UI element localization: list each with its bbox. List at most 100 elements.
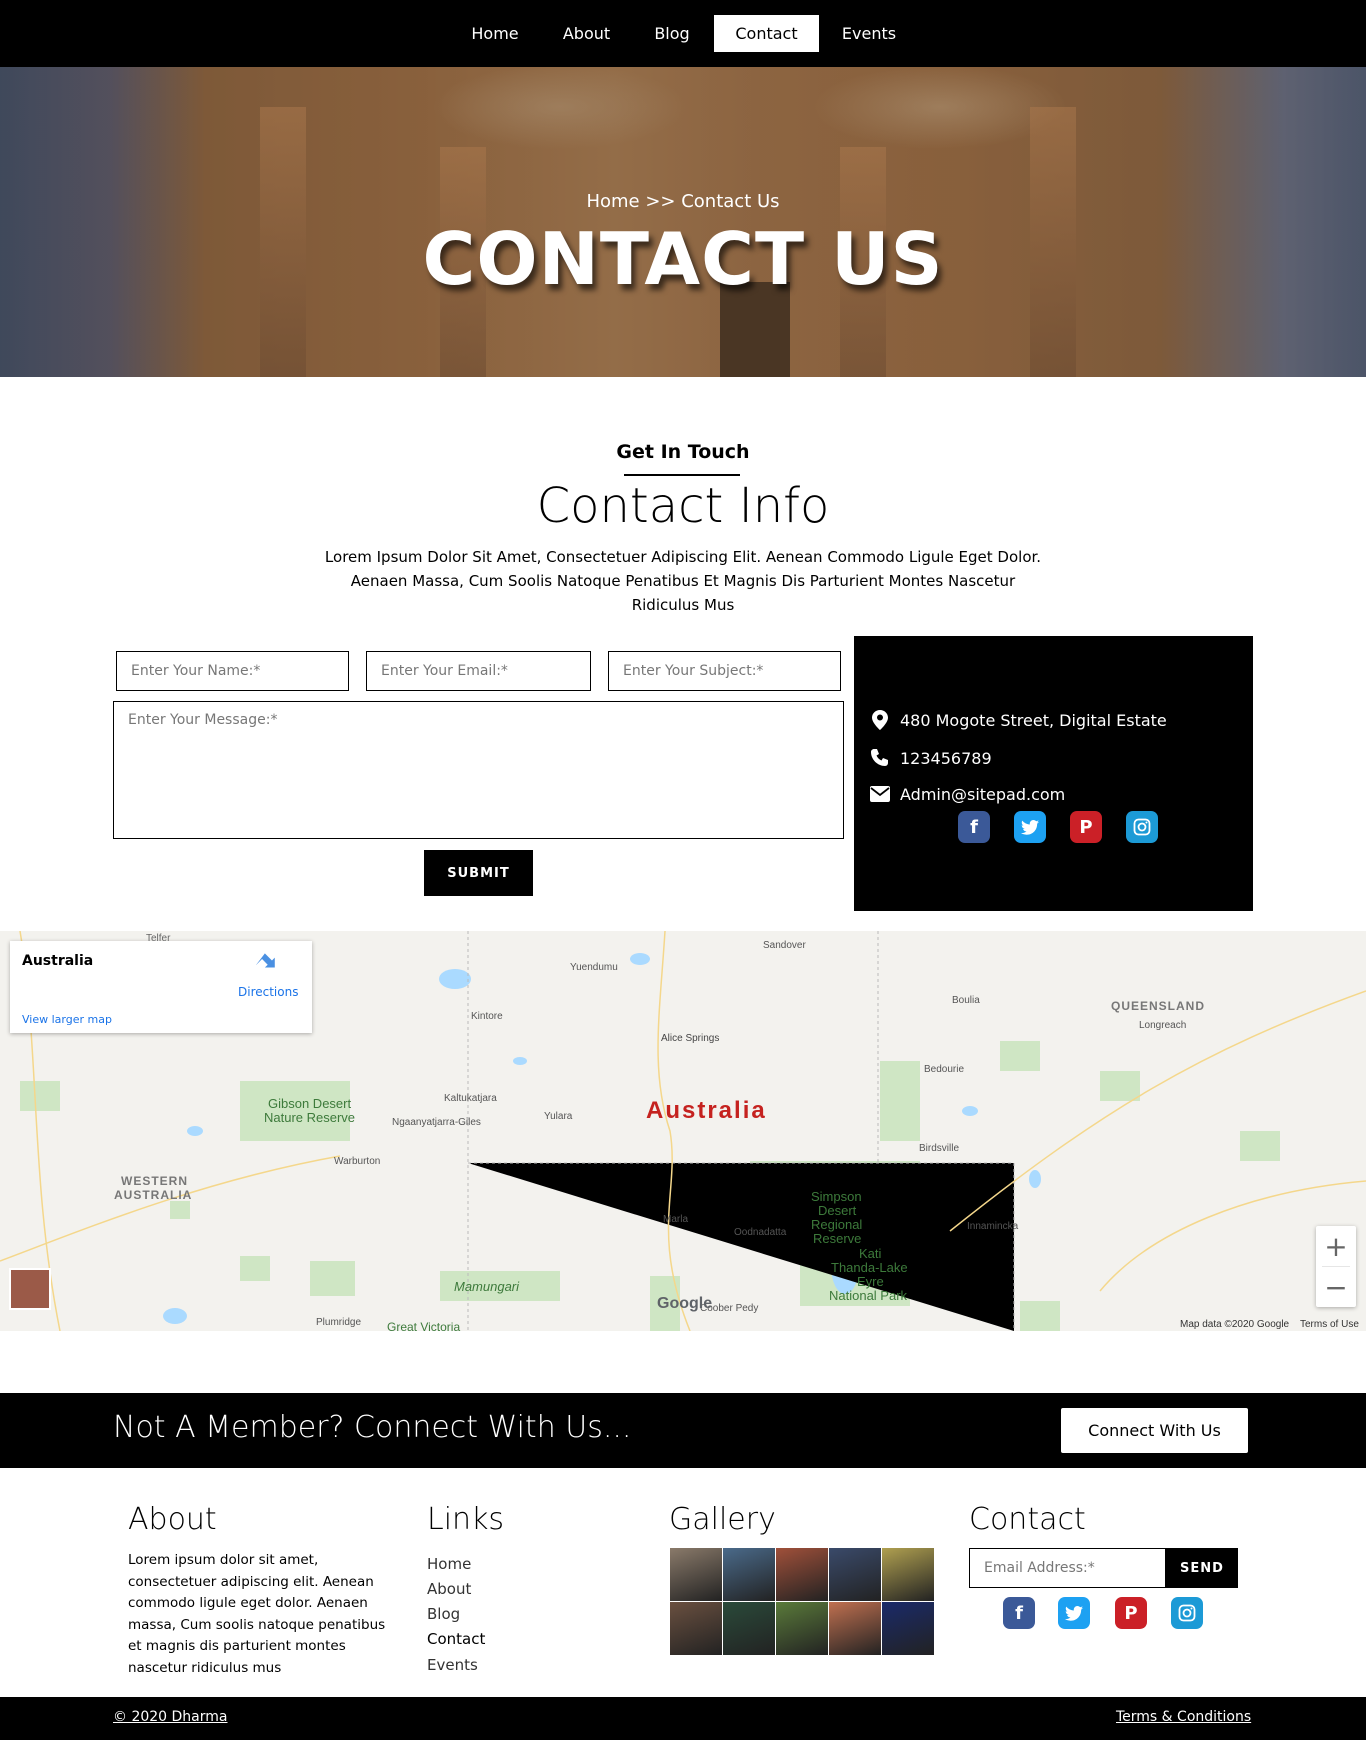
contact-card: 480 Mogote Street, Digital Estate 123456… bbox=[854, 636, 1253, 911]
map-label: AUSTRALIA bbox=[114, 1188, 193, 1202]
embedded-map[interactable]: Australia Directions View larger map Tel… bbox=[0, 931, 1366, 1331]
map-label: Plumridge bbox=[316, 1317, 362, 1328]
google-logo: Google bbox=[657, 1295, 713, 1312]
twitter-icon[interactable] bbox=[1014, 811, 1046, 843]
pinterest-icon[interactable]: P bbox=[1115, 1597, 1147, 1629]
footer-link-contact[interactable]: Contact bbox=[427, 1630, 485, 1648]
eyebrow-underline bbox=[624, 474, 740, 476]
gallery-thumbnail[interactable] bbox=[670, 1548, 722, 1601]
gallery-thumbnail[interactable] bbox=[723, 1602, 775, 1655]
gallery-thumbnail[interactable] bbox=[829, 1602, 881, 1655]
gallery-thumbnail[interactable] bbox=[776, 1602, 828, 1655]
address-row: 480 Mogote Street, Digital Estate bbox=[868, 708, 1167, 732]
zoom-controls: + − bbox=[1316, 1226, 1356, 1307]
message-field[interactable] bbox=[113, 701, 844, 839]
nav-blog[interactable]: Blog bbox=[644, 15, 700, 52]
nav-about[interactable]: About bbox=[553, 15, 620, 52]
map-label: Oodnadatta bbox=[734, 1227, 787, 1238]
name-field[interactable] bbox=[116, 651, 349, 691]
hero-banner: Home >> Contact Us CONTACT US bbox=[0, 67, 1366, 377]
member-bar: Not A Member? Connect With Us... Connect… bbox=[0, 1393, 1366, 1468]
section-title: Contact Info bbox=[536, 478, 830, 534]
email-text: Admin@sitepad.com bbox=[900, 784, 1066, 804]
map-label: Simpson bbox=[811, 1189, 862, 1204]
top-navbar: Home About Blog Contact Events bbox=[0, 0, 1366, 67]
nav-home[interactable]: Home bbox=[461, 15, 529, 52]
map-center-label: Australia bbox=[646, 1097, 767, 1124]
map-label: WESTERN bbox=[121, 1174, 188, 1188]
map-label: Kati bbox=[859, 1246, 882, 1261]
map-label: Kintore bbox=[471, 1011, 503, 1022]
nav-contact[interactable]: Contact bbox=[714, 15, 819, 52]
map-label: Thanda-Lake bbox=[831, 1260, 908, 1275]
subject-field[interactable] bbox=[608, 651, 841, 691]
map-place-name: Australia bbox=[22, 953, 94, 969]
bottom-bar: © 2020 Dharma Terms & Conditions bbox=[0, 1697, 1366, 1740]
map-label: Kaltukatjara bbox=[444, 1093, 497, 1104]
member-text: Not A Member? Connect With Us... bbox=[113, 1410, 632, 1445]
phone-text: 123456789 bbox=[900, 748, 992, 768]
pinterest-icon[interactable]: P bbox=[1070, 811, 1102, 843]
instagram-icon[interactable] bbox=[1126, 811, 1158, 843]
map-label: Great Victoria bbox=[387, 1320, 461, 1331]
email-field[interactable] bbox=[366, 651, 591, 691]
submit-button[interactable]: SUBMIT bbox=[424, 850, 533, 896]
directions-icon[interactable] bbox=[256, 953, 278, 975]
map-label: Regional bbox=[811, 1217, 863, 1232]
street-view-thumbnail[interactable] bbox=[10, 1269, 50, 1309]
gallery-thumbnail[interactable] bbox=[670, 1602, 722, 1655]
map-label: Sandover bbox=[763, 940, 806, 951]
footer-link-blog[interactable]: Blog bbox=[427, 1605, 460, 1623]
phone-row: 123456789 bbox=[868, 746, 992, 770]
facebook-icon[interactable]: f bbox=[1003, 1597, 1035, 1629]
gallery-thumbnail[interactable] bbox=[723, 1548, 775, 1601]
map-label: Mamungari bbox=[454, 1279, 520, 1294]
footer-link-about[interactable]: About bbox=[427, 1580, 471, 1598]
map-label: Gibson Desert bbox=[268, 1096, 352, 1111]
gallery-thumbnail[interactable] bbox=[829, 1548, 881, 1601]
page-title: CONTACT US bbox=[422, 217, 944, 301]
send-button[interactable]: SEND bbox=[1166, 1548, 1238, 1588]
copyright-link[interactable]: © 2020 Dharma bbox=[113, 1709, 228, 1725]
map-label: Bedourie bbox=[924, 1064, 965, 1075]
instagram-icon[interactable] bbox=[1171, 1597, 1203, 1629]
map-label: Nature Reserve bbox=[264, 1110, 356, 1125]
zoom-in-button[interactable]: + bbox=[1316, 1226, 1356, 1266]
map-attribution: Map data ©2020 Google bbox=[1180, 1319, 1290, 1330]
envelope-icon bbox=[868, 782, 892, 806]
nav-events[interactable]: Events bbox=[833, 15, 905, 52]
directions-link[interactable]: Directions bbox=[238, 985, 298, 999]
map-label: Alice Springs bbox=[661, 1033, 720, 1044]
address-text: 480 Mogote Street, Digital Estate bbox=[900, 710, 1167, 730]
view-larger-map-link[interactable]: View larger map bbox=[22, 1013, 112, 1026]
gallery-thumbnail[interactable] bbox=[882, 1602, 934, 1655]
map-label: Yulara bbox=[544, 1111, 573, 1122]
map-terms-link[interactable]: Terms of Use bbox=[1300, 1319, 1359, 1330]
section-description: Lorem Ipsum Dolor Sit Amet, Consectetuer… bbox=[324, 548, 1042, 614]
section-eyebrow: Get In Touch bbox=[616, 441, 750, 463]
facebook-icon[interactable]: f bbox=[958, 811, 990, 843]
map-label: Marla bbox=[663, 1214, 689, 1225]
map-label: Desert bbox=[818, 1203, 857, 1218]
map-label: Innamincka bbox=[967, 1221, 1019, 1232]
email-row: Admin@sitepad.com bbox=[868, 782, 1065, 806]
gallery-thumbnail[interactable] bbox=[882, 1548, 934, 1601]
map-label: Reserve bbox=[813, 1231, 862, 1246]
newsletter-email-field[interactable] bbox=[969, 1548, 1166, 1588]
map-label: Warburton bbox=[334, 1156, 381, 1167]
map-label: National Park bbox=[829, 1288, 908, 1303]
footer-link-events[interactable]: Events bbox=[427, 1656, 478, 1674]
terms-link[interactable]: Terms & Conditions bbox=[1116, 1709, 1251, 1725]
zoom-out-button[interactable]: − bbox=[1316, 1267, 1356, 1307]
map-label: Boulia bbox=[952, 995, 980, 1006]
breadcrumb: Home >> Contact Us bbox=[586, 191, 780, 212]
map-label: Eyre bbox=[857, 1274, 884, 1289]
twitter-icon[interactable] bbox=[1058, 1597, 1090, 1629]
footer-about-text: Lorem ipsum dolor sit amet, consectetuer… bbox=[128, 1552, 386, 1676]
map-label: QUEENSLAND bbox=[1111, 999, 1206, 1013]
connect-button[interactable]: Connect With Us bbox=[1061, 1408, 1248, 1453]
map-marker-icon bbox=[868, 708, 892, 732]
gallery-thumbnail[interactable] bbox=[776, 1548, 828, 1601]
footer-gallery-title: Gallery bbox=[669, 1502, 776, 1537]
footer-link-home[interactable]: Home bbox=[427, 1555, 471, 1573]
